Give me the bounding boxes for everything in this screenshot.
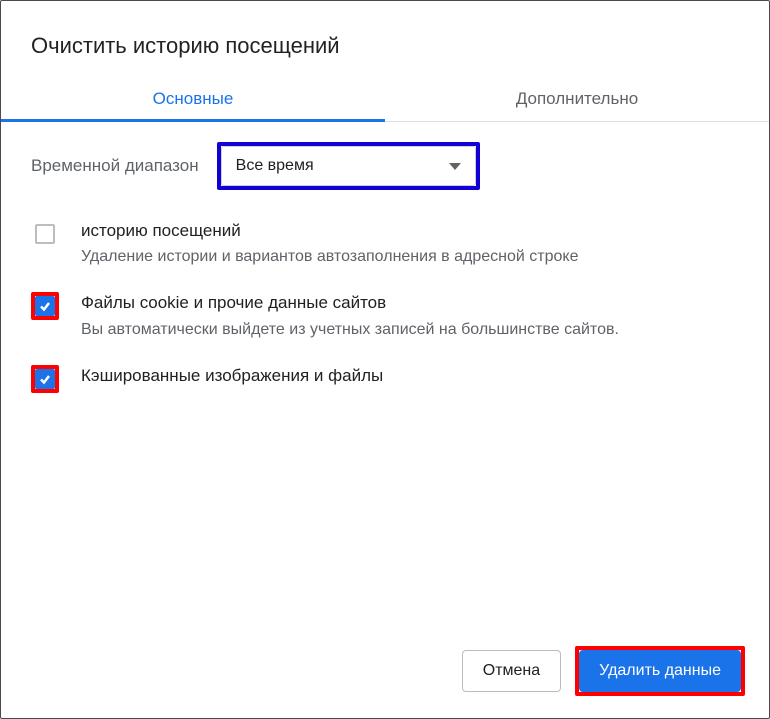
check-icon — [39, 300, 51, 312]
confirm-button[interactable]: Удалить данные — [579, 650, 741, 692]
tab-advanced[interactable]: Дополнительно — [385, 77, 769, 121]
option-sub-cookies: Вы автоматически выйдете из учетных запи… — [81, 319, 619, 341]
option-title-history: историю посещений — [81, 220, 578, 242]
checkbox-wrap-cookies — [31, 292, 59, 320]
cancel-button[interactable]: Отмена — [462, 650, 561, 692]
checkbox-cookies[interactable] — [35, 296, 55, 316]
chevron-down-icon — [449, 163, 461, 170]
option-text-history: историю посещений Удаление истории и вар… — [81, 220, 578, 268]
checkbox-wrap-history — [31, 220, 59, 248]
time-range-value: Все время — [236, 157, 314, 175]
tabs: Основные Дополнительно — [1, 77, 769, 122]
time-range-label: Временной диапазон — [31, 156, 199, 176]
dialog-body: Временной диапазон Все время историю пос… — [1, 122, 769, 393]
time-range-highlight: Все время — [217, 142, 480, 190]
option-text-cache: Кэшированные изображения и файлы — [81, 365, 383, 387]
time-range-row: Временной диапазон Все время — [31, 142, 739, 190]
option-cookies: Файлы cookie и прочие данные сайтов Вы а… — [31, 292, 739, 340]
tab-basic[interactable]: Основные — [1, 77, 385, 121]
option-title-cookies: Файлы cookie и прочие данные сайтов — [81, 292, 619, 314]
checkbox-cache[interactable] — [35, 369, 55, 389]
dialog-footer: Отмена Удалить данные — [462, 646, 745, 696]
option-sub-history: Удаление истории и вариантов автозаполне… — [81, 246, 578, 268]
option-title-cache: Кэшированные изображения и файлы — [81, 365, 383, 387]
option-browsing-history: историю посещений Удаление истории и вар… — [31, 220, 739, 268]
time-range-select[interactable]: Все время — [221, 146, 476, 186]
dialog-title: Очистить историю посещений — [1, 1, 769, 77]
checkbox-history[interactable] — [35, 224, 55, 244]
checkbox-wrap-cache — [31, 365, 59, 393]
check-icon — [39, 373, 51, 385]
option-cache: Кэшированные изображения и файлы — [31, 365, 739, 393]
clear-browsing-data-dialog: Очистить историю посещений Основные Допо… — [0, 0, 770, 719]
option-text-cookies: Файлы cookie и прочие данные сайтов Вы а… — [81, 292, 619, 340]
confirm-button-highlight: Удалить данные — [575, 646, 745, 696]
